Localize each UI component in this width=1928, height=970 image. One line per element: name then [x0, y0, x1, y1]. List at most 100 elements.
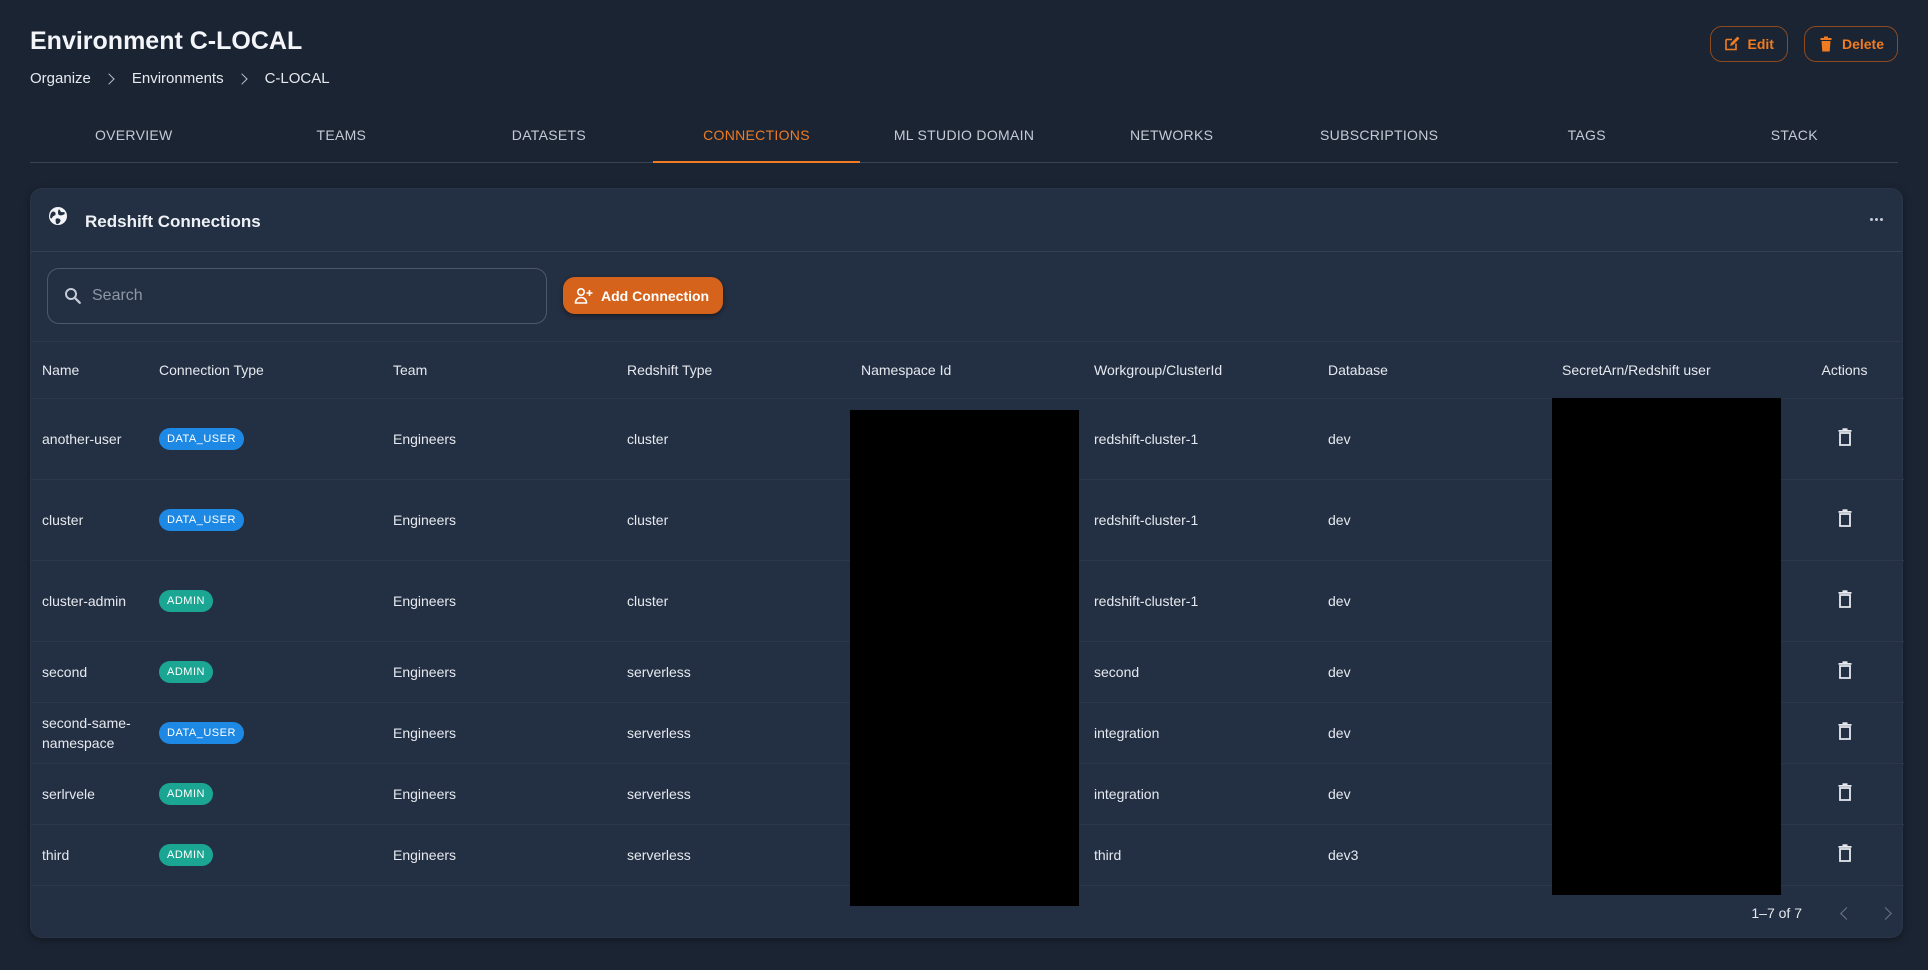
chevron-right-icon — [235, 72, 248, 85]
cell-team: Engineers — [382, 702, 616, 764]
cell-database: dev — [1317, 479, 1551, 561]
chevron-right-icon[interactable] — [1879, 906, 1892, 920]
cell-name: serlrvele — [31, 763, 148, 825]
cell-workgroup: third — [1083, 824, 1317, 886]
connection-type-chip: DATA_USER — [159, 508, 244, 531]
table-toolbar: Add Connection — [31, 252, 1902, 342]
connection-type-chip: ADMIN — [159, 589, 213, 612]
edit-button[interactable]: Edit — [1709, 26, 1788, 62]
column-header-name: Name — [31, 342, 148, 399]
cell-redshift-type: serverless — [616, 824, 850, 886]
cell-actions — [1785, 763, 1904, 825]
chevron-right-icon — [103, 72, 115, 85]
delete-row-icon[interactable] — [1837, 661, 1853, 679]
cell-redshift-type: cluster — [616, 398, 850, 480]
dot-icon — [1869, 217, 1873, 221]
cell-team: Engineers — [382, 479, 616, 561]
cell-connection-type: DATA_USER — [148, 398, 382, 480]
cell-workgroup: redshift-cluster-1 — [1083, 560, 1317, 642]
pagination-range: 1–7 of 7 — [1751, 905, 1802, 921]
cell-name: another-user — [31, 398, 148, 480]
cell-connection-type: ADMIN — [148, 824, 382, 886]
tab-subscriptions[interactable]: SUBSCRIPTIONS — [1275, 108, 1483, 163]
add-connection-label: Add Connection — [601, 287, 710, 304]
delete-button[interactable]: Delete — [1803, 26, 1898, 62]
column-header-redshift-type: Redshift Type — [616, 342, 850, 399]
cell-workgroup: integration — [1083, 763, 1317, 825]
tab-ml-studio-domain[interactable]: ML STUDIO DOMAIN — [860, 108, 1068, 163]
column-header-database: Database — [1317, 342, 1551, 399]
cell-database: dev — [1317, 398, 1551, 480]
cell-team: Engineers — [382, 824, 616, 886]
cell-database: dev — [1317, 560, 1551, 642]
column-header-actions: Actions — [1785, 342, 1904, 399]
card-header: Redshift Connections — [31, 189, 1902, 252]
cell-connection-type: DATA_USER — [148, 702, 382, 764]
dot-icon — [1874, 217, 1878, 221]
cell-workgroup: integration — [1083, 702, 1317, 764]
cell-database: dev — [1317, 702, 1551, 764]
cell-workgroup: redshift-cluster-1 — [1083, 398, 1317, 480]
cell-connection-type: ADMIN — [148, 641, 382, 703]
chevron-left-icon[interactable] — [1840, 906, 1853, 920]
cell-redshift-type: cluster — [616, 560, 850, 642]
add-connection-button[interactable]: Add Connection — [563, 277, 724, 314]
cell-actions — [1785, 641, 1904, 703]
cell-connection-type: DATA_USER — [148, 479, 382, 561]
delete-row-icon[interactable] — [1837, 509, 1853, 527]
cell-team: Engineers — [382, 560, 616, 642]
tab-networks[interactable]: NETWORKS — [1068, 108, 1276, 163]
connection-type-chip: DATA_USER — [159, 427, 244, 450]
tab-overview[interactable]: OVERVIEW — [30, 108, 238, 163]
cell-name: third — [31, 824, 148, 886]
more-options-button[interactable] — [1866, 211, 1886, 227]
dot-icon — [1879, 217, 1883, 221]
tab-connections[interactable]: CONNECTIONS — [652, 108, 861, 163]
column-header-namespace-id: Namespace Id — [850, 342, 1083, 399]
delete-row-icon[interactable] — [1837, 428, 1853, 446]
cell-actions — [1785, 824, 1904, 886]
environment-tabs: OVERVIEW TEAMS DATASETS CONNECTIONS ML S… — [30, 108, 1898, 163]
delete-row-icon[interactable] — [1837, 844, 1853, 862]
globe-icon — [49, 207, 67, 225]
page-title: Environment C-LOCAL — [30, 27, 303, 55]
cell-redshift-type: cluster — [616, 479, 850, 561]
tab-datasets[interactable]: DATASETS — [445, 108, 653, 163]
cell-name: cluster-admin — [31, 560, 148, 642]
cell-workgroup: second — [1083, 641, 1317, 703]
cell-workgroup: redshift-cluster-1 — [1083, 479, 1317, 561]
connection-type-chip: ADMIN — [159, 843, 213, 866]
cell-database: dev — [1317, 641, 1551, 703]
tab-stack[interactable]: STACK — [1691, 108, 1899, 163]
cell-database: dev3 — [1317, 824, 1551, 886]
cell-connection-type: ADMIN — [148, 763, 382, 825]
add-user-icon — [574, 287, 593, 304]
tab-teams[interactable]: TEAMS — [238, 108, 446, 163]
delete-row-icon[interactable] — [1837, 590, 1853, 608]
column-header-secret: SecretArn/Redshift user — [1551, 342, 1785, 399]
connection-type-chip: ADMIN — [159, 782, 213, 805]
breadcrumb-organize[interactable]: Organize — [30, 70, 91, 87]
breadcrumb: Organize Environments C-LOCAL — [30, 70, 330, 87]
breadcrumb-environments[interactable]: Environments — [132, 70, 224, 87]
cell-name: second-same-namespace — [31, 702, 148, 764]
redshift-connections-card: Redshift Connections Add Connection Name… — [30, 188, 1904, 938]
connection-type-chip: DATA_USER — [159, 721, 244, 744]
cell-team: Engineers — [382, 641, 616, 703]
column-header-connection-type: Connection Type — [148, 342, 382, 399]
edit-icon — [1724, 36, 1740, 51]
cell-redshift-type: serverless — [616, 641, 850, 703]
delete-row-icon[interactable] — [1837, 783, 1853, 801]
search-input[interactable] — [92, 287, 512, 305]
cell-actions — [1785, 479, 1904, 561]
row-name-text: second-same-namespace — [42, 714, 131, 751]
tab-tags[interactable]: TAGS — [1483, 108, 1691, 163]
search-box[interactable] — [47, 268, 547, 324]
trash-icon — [1820, 36, 1832, 52]
edit-label: Edit — [1747, 36, 1774, 52]
card-title: Redshift Connections — [85, 212, 261, 231]
header-actions: Edit Delete — [1709, 26, 1898, 62]
delete-row-icon[interactable] — [1837, 722, 1853, 740]
column-header-workgroup: Workgroup/ClusterId — [1083, 342, 1317, 399]
connection-type-chip: ADMIN — [159, 660, 213, 683]
